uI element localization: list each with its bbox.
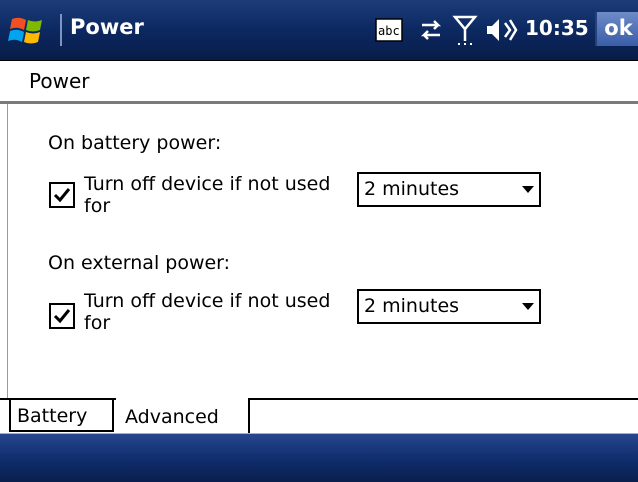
clock[interactable]: 10:35: [525, 16, 589, 40]
signal-icon[interactable]: [452, 13, 478, 47]
tab-battery[interactable]: Battery: [9, 400, 114, 432]
external-turnoff-label[interactable]: Turn off device if not used for: [84, 290, 344, 334]
app-title: Power: [70, 15, 144, 39]
ok-button[interactable]: ok: [595, 12, 638, 46]
battery-section-label: On battery power:: [48, 132, 222, 154]
external-timeout-dropdown[interactable]: 2 minutes: [357, 289, 541, 324]
battery-turnoff-checkbox[interactable]: [49, 182, 75, 208]
windows-start-icon[interactable]: [6, 13, 56, 49]
external-turnoff-checkbox[interactable]: [49, 303, 75, 329]
connectivity-icon[interactable]: [416, 16, 446, 44]
page-header: Power: [0, 61, 638, 101]
abc-input-icon[interactable]: abc: [375, 18, 403, 42]
speaker-icon[interactable]: [483, 15, 519, 45]
checkmark-icon: [53, 188, 71, 203]
external-section-label: On external power:: [48, 252, 231, 274]
title-separator: [60, 14, 62, 46]
content-left-border: [7, 104, 8, 400]
battery-timeout-value: 2 minutes: [364, 178, 460, 200]
external-timeout-value: 2 minutes: [364, 295, 460, 317]
header-divider: [0, 101, 638, 104]
checkmark-icon: [53, 309, 71, 324]
menu-bar[interactable]: [0, 434, 638, 482]
chevron-down-icon: [522, 303, 534, 310]
battery-turnoff-label[interactable]: Turn off device if not used for: [84, 173, 344, 217]
title-bar: Power abc 10:35 ok: [0, 0, 638, 61]
tab-advanced[interactable]: Advanced: [116, 398, 250, 434]
page-title: Power: [29, 69, 90, 93]
battery-timeout-dropdown[interactable]: 2 minutes: [357, 172, 541, 207]
svg-text:abc: abc: [378, 24, 400, 38]
chevron-down-icon: [522, 186, 534, 193]
